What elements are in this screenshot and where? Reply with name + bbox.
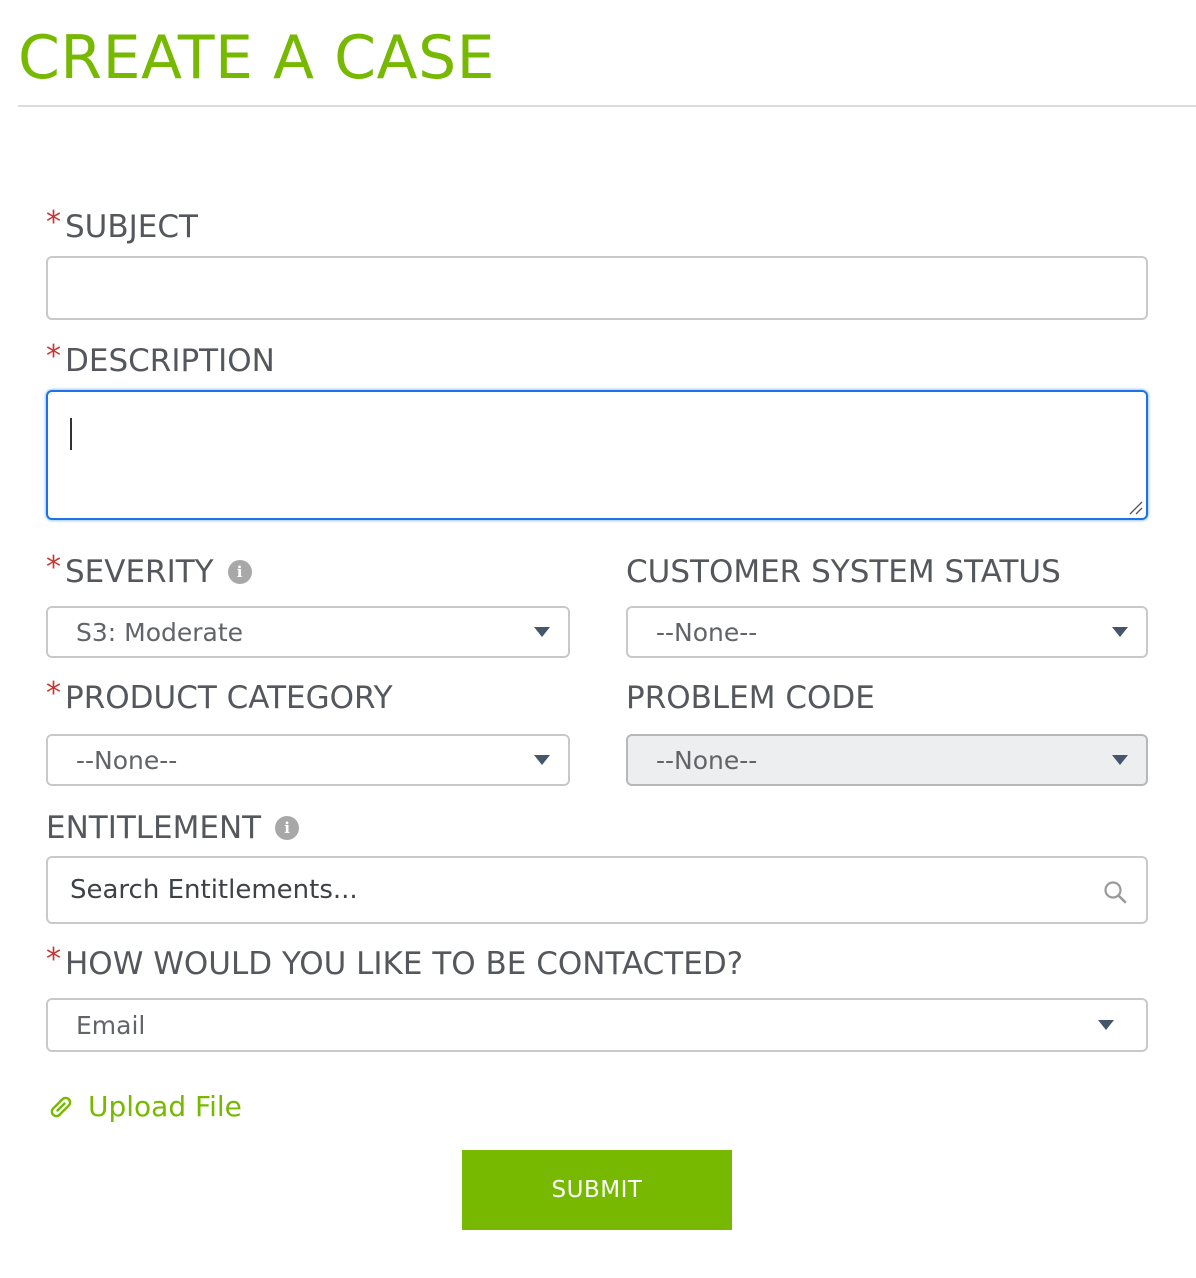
required-marker: *: [46, 339, 61, 374]
contact-method-label: * HOW WOULD YOU LIKE TO BE CONTACTED?: [46, 942, 744, 983]
entitlement-search-placeholder: Search Entitlements...: [70, 875, 358, 905]
product-category-label-text: PRODUCT CATEGORY: [65, 680, 393, 716]
subject-label: * SUBJECT: [46, 205, 198, 246]
severity-label-text: SEVERITY: [65, 554, 214, 590]
customer-system-status-select[interactable]: --None--: [626, 606, 1148, 658]
chevron-down-icon: [1112, 627, 1128, 637]
chevron-down-icon: [534, 755, 550, 765]
page-title: CREATE A CASE: [18, 23, 496, 93]
product-category-selected-value: --None--: [76, 745, 178, 775]
subject-input[interactable]: [46, 256, 1148, 320]
contact-method-label-text: HOW WOULD YOU LIKE TO BE CONTACTED?: [65, 946, 744, 982]
search-icon[interactable]: [1102, 879, 1128, 905]
contact-method-selected-value: Email: [76, 1010, 146, 1040]
subject-label-text: SUBJECT: [65, 209, 198, 245]
required-marker: *: [46, 205, 61, 240]
paperclip-icon: [50, 1096, 72, 1117]
entitlement-search-input[interactable]: Search Entitlements...: [46, 856, 1148, 924]
info-icon[interactable]: i: [227, 560, 252, 584]
submit-button[interactable]: SUBMIT: [462, 1150, 732, 1230]
severity-select[interactable]: S3: Moderate: [46, 606, 570, 658]
contact-method-select[interactable]: Email: [46, 998, 1148, 1052]
text-cursor: [70, 418, 72, 450]
description-label: * DESCRIPTION: [46, 339, 275, 380]
product-category-select[interactable]: --None--: [46, 734, 570, 786]
problem-code-selected-value: --None--: [656, 745, 758, 775]
required-marker: *: [46, 942, 61, 977]
problem-code-label: PROBLEM CODE: [626, 679, 875, 717]
info-icon[interactable]: i: [275, 816, 300, 840]
upload-file-link[interactable]: Upload File: [48, 1090, 242, 1123]
required-marker: *: [46, 676, 61, 711]
description-textarea[interactable]: [46, 390, 1148, 520]
title-divider: [18, 105, 1196, 107]
upload-file-label: Upload File: [88, 1090, 242, 1123]
customer-system-status-label-text: CUSTOMER SYSTEM STATUS: [626, 554, 1061, 590]
severity-label: * SEVERITY i: [46, 550, 252, 591]
required-marker: *: [46, 550, 61, 585]
create-case-page: CREATE A CASE * SUBJECT * DESCRIPTION * …: [0, 0, 1196, 1278]
entitlement-label: ENTITLEMENT i: [46, 809, 300, 847]
entitlement-label-text: ENTITLEMENT: [46, 810, 262, 846]
problem-code-select: --None--: [626, 734, 1148, 786]
product-category-label: * PRODUCT CATEGORY: [46, 676, 393, 717]
problem-code-label-text: PROBLEM CODE: [626, 680, 875, 716]
customer-system-status-selected-value: --None--: [656, 617, 758, 647]
chevron-down-icon: [1098, 1020, 1114, 1030]
description-label-text: DESCRIPTION: [65, 343, 275, 379]
chevron-down-icon: [534, 627, 550, 637]
customer-system-status-label: CUSTOMER SYSTEM STATUS: [626, 553, 1061, 591]
resize-handle-icon[interactable]: [1127, 499, 1143, 515]
chevron-down-icon: [1112, 755, 1128, 765]
severity-selected-value: S3: Moderate: [76, 617, 244, 647]
